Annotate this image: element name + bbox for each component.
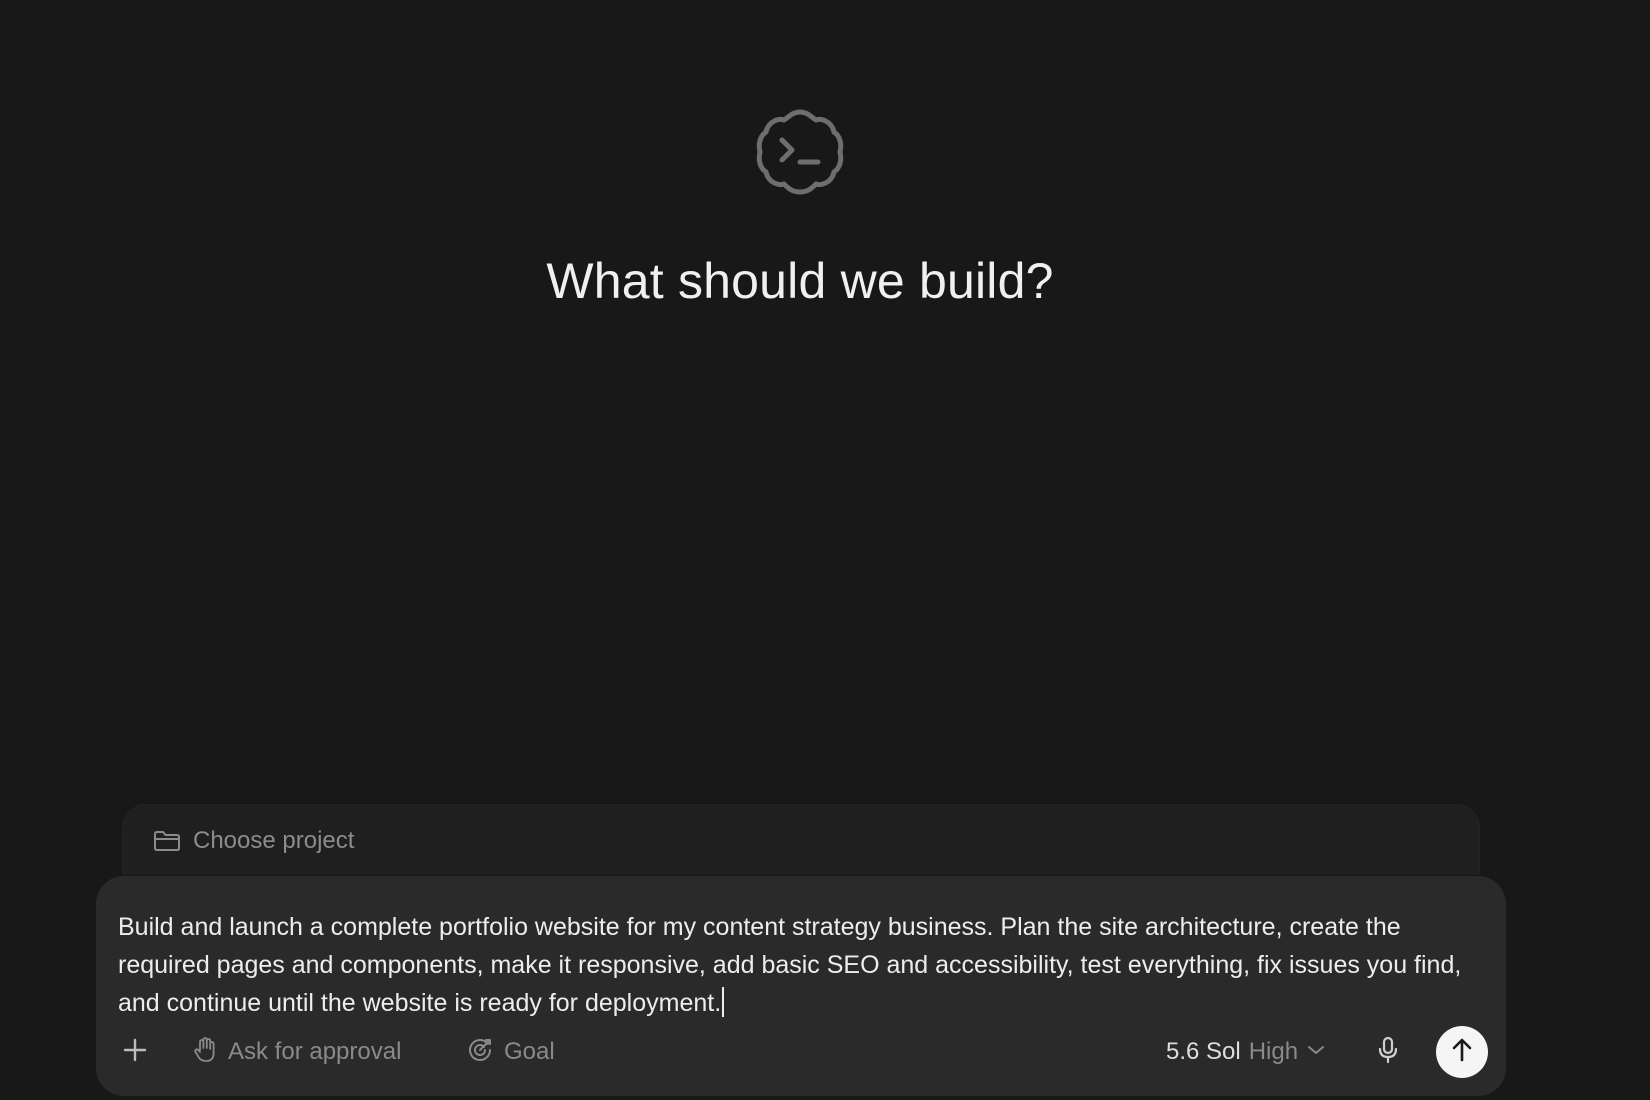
add-attachment-button[interactable] (122, 1022, 148, 1082)
choose-project-label: Choose project (193, 827, 355, 854)
terminal-prompt-icon (752, 104, 848, 200)
model-effort: High (1248, 1038, 1299, 1065)
goal-label: Goal (504, 1038, 555, 1065)
goal-icon (466, 1036, 494, 1069)
folder-icon (153, 829, 181, 853)
page-title: What should we build? (546, 253, 1054, 309)
project-bar: Choose project (122, 804, 1480, 875)
composer-toolbar: Ask for approval Goal 5.6 Sol High (96, 1022, 1506, 1082)
microphone-icon (1376, 1035, 1400, 1070)
text-caret (722, 987, 725, 1017)
hand-icon (192, 1036, 218, 1069)
goal-button[interactable]: Goal (466, 1022, 555, 1082)
approval-mode-button[interactable]: Ask for approval (192, 1022, 401, 1082)
choose-project-button[interactable]: Choose project (153, 827, 354, 855)
arrow-up-icon (1449, 1036, 1475, 1069)
app-window: What should we build? Choose project Bui… (0, 0, 1650, 1100)
prompt-input[interactable]: Build and launch a complete portfolio we… (118, 908, 1498, 1022)
approval-mode-label: Ask for approval (228, 1038, 402, 1065)
plus-icon (122, 1037, 148, 1068)
model-name: 5.6 Sol (1166, 1038, 1241, 1065)
prompt-text: Build and launch a complete portfolio we… (118, 913, 1462, 1017)
send-button[interactable] (1436, 1026, 1488, 1078)
chevron-down-icon (1306, 1043, 1326, 1062)
model-selector[interactable]: 5.6 Sol High (1166, 1022, 1326, 1082)
prompt-composer: Build and launch a complete portfolio we… (96, 876, 1506, 1096)
voice-input-button[interactable] (1376, 1022, 1400, 1082)
